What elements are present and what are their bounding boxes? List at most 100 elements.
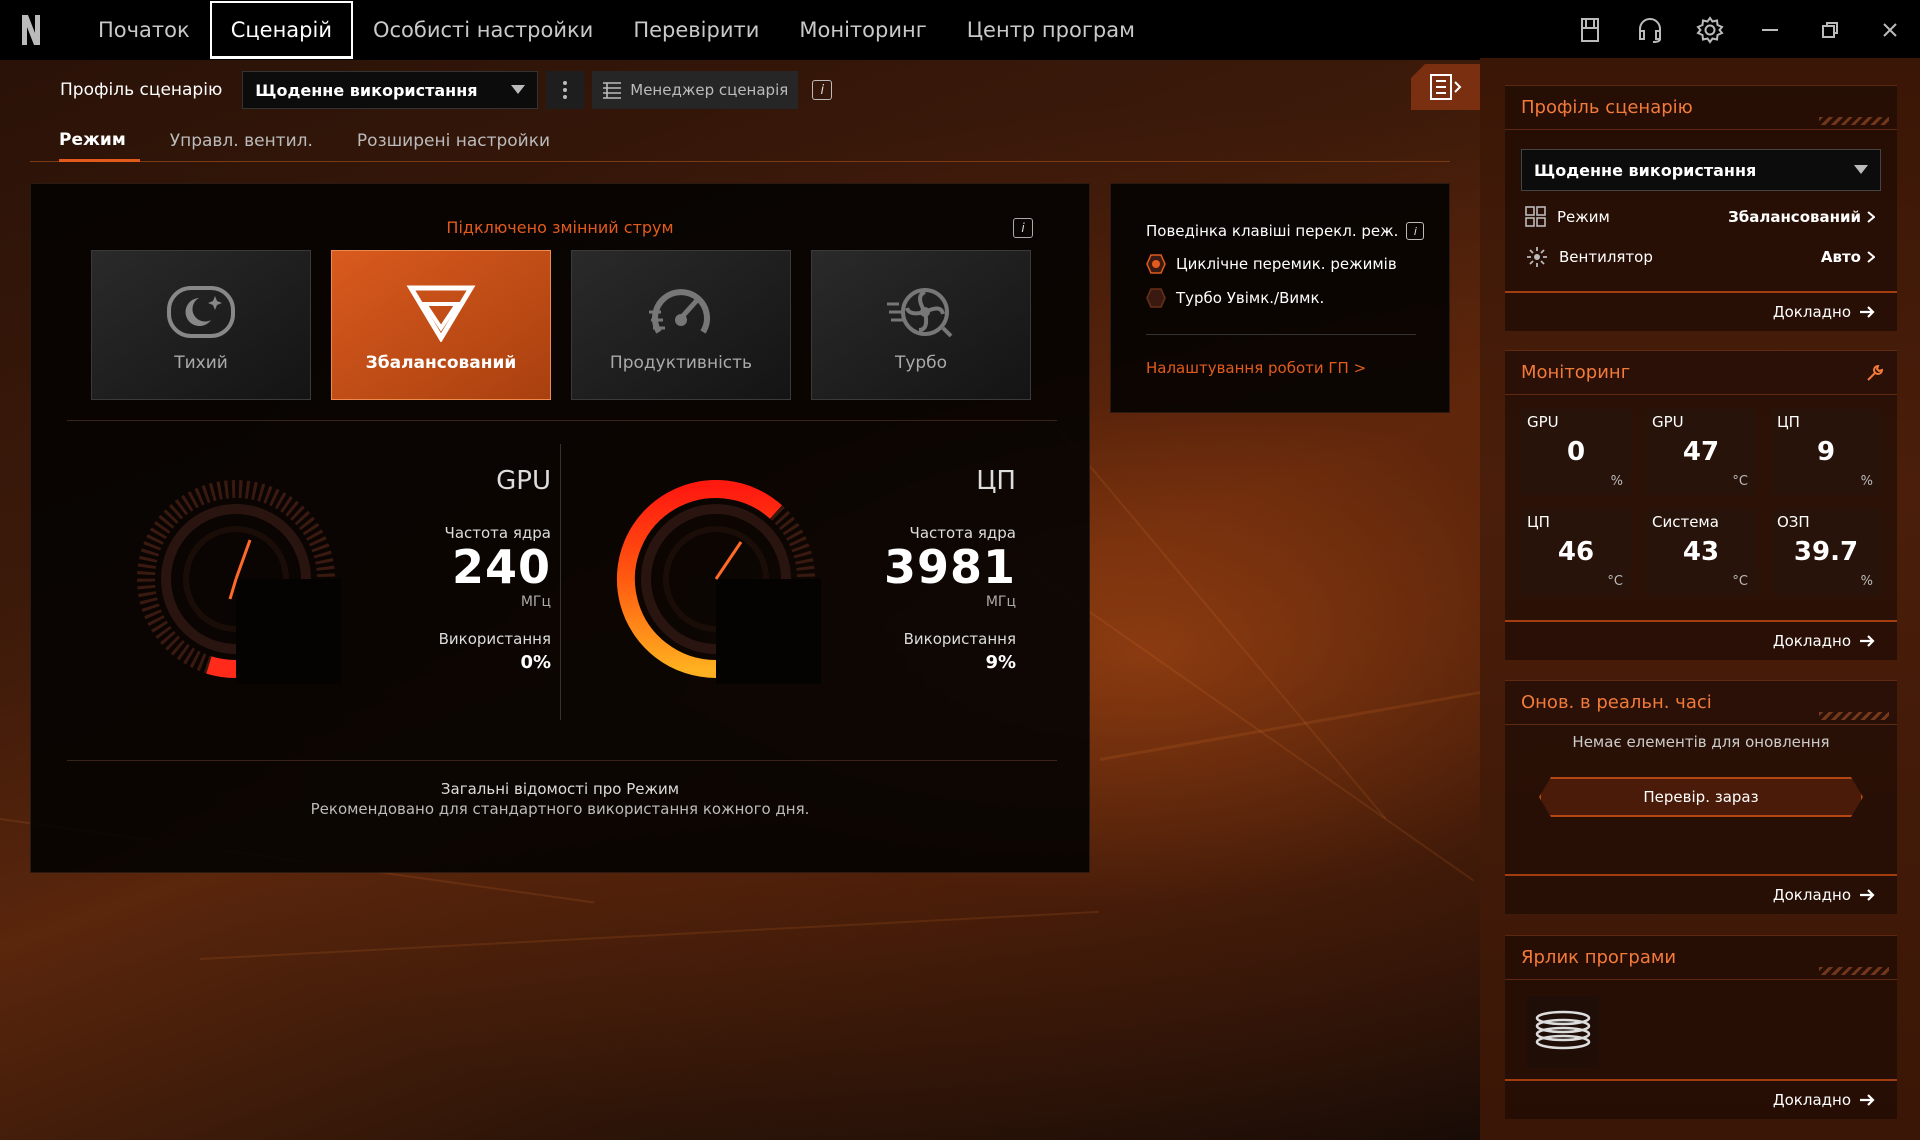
- gpu-settings-link[interactable]: Налаштування роботи ГП >: [1146, 359, 1366, 377]
- balanced-icon: [401, 277, 481, 347]
- radio-label: Циклічне перемик. режимів: [1176, 255, 1397, 273]
- profile-row: Профіль сценарію Щоденне використання Ме…: [60, 70, 833, 110]
- monitor-unit: %: [1860, 474, 1873, 489]
- mode-panel: Підключено змінний струм i Тихий Збаланс…: [30, 183, 1090, 873]
- profile-select[interactable]: Щоденне використання: [242, 71, 539, 109]
- card-title-text: Моніторинг: [1521, 362, 1631, 383]
- monitor-system-temp: Система 43 °C: [1646, 509, 1756, 595]
- tab-mode[interactable]: Режим: [59, 120, 140, 162]
- mode-label-quiet: Тихий: [174, 353, 228, 373]
- restore-icon[interactable]: [1800, 0, 1860, 60]
- divider: [67, 760, 1057, 761]
- close-icon[interactable]: [1860, 0, 1920, 60]
- sidebar-toggle-button[interactable]: [1411, 64, 1480, 110]
- fan-icon: [1527, 247, 1547, 267]
- info-icon[interactable]: i: [1013, 218, 1033, 238]
- mode-selector: Тихий Збалансований Продуктивність Турбо: [91, 250, 1031, 400]
- more-options-button[interactable]: [546, 71, 585, 109]
- arrow-right-icon: [1860, 889, 1875, 901]
- sidebar-mode-value: Збалансований: [1728, 208, 1861, 226]
- more-label: Докладно: [1772, 1091, 1851, 1109]
- tab-advanced-settings[interactable]: Розширені настройки: [357, 120, 564, 162]
- sidebar-fan-row[interactable]: Вентилятор Авто: [1525, 244, 1875, 270]
- sidebar-realtime-more[interactable]: Докладно: [1505, 874, 1897, 914]
- chevron-right-icon: [1867, 211, 1875, 223]
- monitor-value: 9: [1816, 437, 1836, 467]
- check-now-button[interactable]: Перевір. зараз: [1539, 777, 1863, 817]
- main-nav: Початок Сценарій Особисті настройки Пере…: [62, 0, 1155, 60]
- wrench-icon[interactable]: [1865, 363, 1885, 383]
- monitor-unit: °C: [1607, 574, 1623, 589]
- sidebar-fan-value: Авто: [1820, 248, 1861, 266]
- info-icon[interactable]: i: [1406, 222, 1425, 240]
- monitor-unit: %: [1610, 474, 1623, 489]
- nav-home[interactable]: Початок: [62, 0, 210, 60]
- radio-cycle-modes[interactable]: Циклічне перемик. режимів: [1146, 254, 1397, 274]
- mode-card-performance[interactable]: Продуктивність: [571, 250, 791, 400]
- radio-turbo-toggle[interactable]: Турбо Увімк./Вимк.: [1146, 288, 1324, 308]
- monitor-value: 43: [1682, 537, 1720, 567]
- headset-icon[interactable]: [1620, 0, 1680, 60]
- sidebar-mode-value-wrap: Збалансований: [1728, 208, 1875, 226]
- gear-icon[interactable]: [1680, 0, 1740, 60]
- cpu-freq-unit: МГц: [985, 594, 1016, 610]
- gpu-freq-unit: МГц: [520, 594, 551, 610]
- monitor-name: Система: [1652, 513, 1719, 531]
- mode-card-turbo[interactable]: Турбо: [811, 250, 1031, 400]
- minimize-icon[interactable]: [1740, 0, 1800, 60]
- card-title: Онов. в реальн. часі: [1505, 681, 1897, 725]
- nav-monitoring[interactable]: Моніторинг: [779, 0, 946, 60]
- monitor-gpu-temp: GPU 47 °C: [1646, 409, 1756, 495]
- arrow-right-icon: [1860, 306, 1875, 318]
- nav-personal-settings[interactable]: Особисті настройки: [353, 0, 613, 60]
- sidebar-profile-value: Щоденне використання: [1534, 160, 1757, 180]
- scenario-manager-label: Менеджер сценарія: [630, 81, 789, 99]
- monitor-ram-usage: ОЗП 39.7 %: [1771, 509, 1881, 595]
- monitor-value: 0: [1566, 437, 1586, 467]
- sidebar-fan-value-wrap: Авто: [1821, 248, 1875, 266]
- card-title-text: Ярлик програми: [1521, 947, 1677, 968]
- radio-selected-icon: [1146, 254, 1166, 274]
- nav-app-center[interactable]: Центр програм: [947, 0, 1155, 60]
- tab-fan-control[interactable]: Управл. вентил.: [170, 120, 327, 162]
- chevron-down-icon: [511, 85, 526, 94]
- sidebar-mode-row[interactable]: Режим Збалансований: [1525, 204, 1875, 230]
- sidebar-monitoring-more[interactable]: Докладно: [1505, 620, 1897, 660]
- nav-scenario[interactable]: Сценарій: [209, 1, 353, 59]
- sidebar-profile-select[interactable]: Щоденне використання: [1521, 149, 1881, 191]
- vertical-dots-icon: [563, 81, 568, 99]
- mode-overview-title: Загальні відомості про Режим: [440, 780, 680, 798]
- monitor-unit: °C: [1732, 474, 1748, 489]
- profile-select-value: Щоденне використання: [255, 80, 478, 100]
- mode-card-quiet[interactable]: Тихий: [91, 250, 311, 400]
- monitoring-grid: GPU 0 % GPU 47 °C ЦП 9 % ЦП 46 °C Систем…: [1521, 409, 1881, 595]
- device-icon[interactable]: [1560, 0, 1620, 60]
- monitor-unit: °C: [1732, 574, 1748, 589]
- sidebar-collapse-icon: [1429, 74, 1461, 100]
- monitor-cpu-usage: ЦП 9 %: [1771, 409, 1881, 495]
- monitor-value: 39.7: [1793, 537, 1859, 567]
- monitor-value: 47: [1682, 437, 1720, 467]
- list-icon: [603, 82, 622, 99]
- realtime-empty-message: Немає елементів для оновлення: [1572, 733, 1830, 751]
- app-shortcut-icon[interactable]: [1527, 996, 1599, 1068]
- mode-label-performance: Продуктивність: [609, 353, 753, 373]
- sidebar-profile-more[interactable]: Докладно: [1505, 291, 1897, 331]
- info-icon[interactable]: i: [812, 80, 833, 100]
- nav-check[interactable]: Перевірити: [613, 0, 779, 60]
- card-title: Профіль сценарію: [1505, 86, 1897, 130]
- scenario-manager-button[interactable]: Менеджер сценарія: [592, 71, 799, 109]
- mode-card-balanced[interactable]: Збалансований: [331, 250, 551, 400]
- gpu-usage-label: Використання: [438, 630, 551, 648]
- gpu-title: GPU: [496, 466, 551, 496]
- monitor-name: ЦП: [1527, 513, 1550, 531]
- sidebar-shortcut-more[interactable]: Докладно: [1505, 1079, 1897, 1119]
- gpu-usage-value: 0%: [520, 652, 551, 673]
- more-label: Докладно: [1772, 632, 1851, 650]
- monitor-unit: %: [1860, 574, 1873, 589]
- sidebar-shortcut-card: Ярлик програми Докладно: [1505, 935, 1897, 1119]
- chevron-down-icon: [1854, 165, 1868, 174]
- radio-unselected-icon: [1146, 288, 1166, 308]
- chevron-right-icon: [1867, 251, 1875, 263]
- sidebar-profile-card: Профіль сценарію Щоденне використання Ре…: [1505, 85, 1897, 331]
